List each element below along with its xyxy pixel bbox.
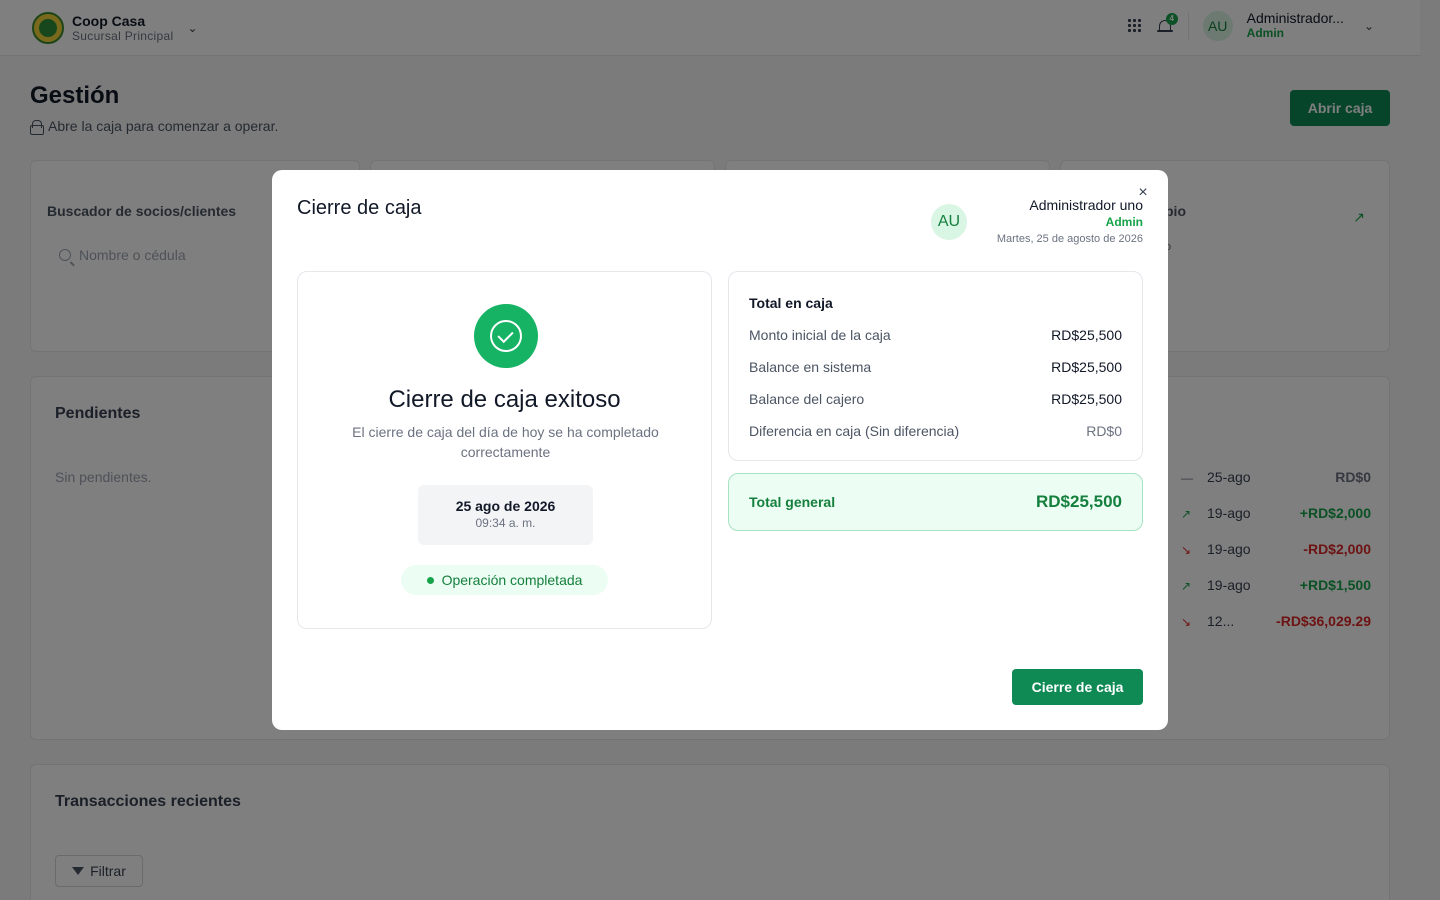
summary-label: Diferencia en caja (Sin diferencia) xyxy=(749,423,960,439)
total-label: Total general xyxy=(749,494,836,510)
cash-summary-panel: Total en caja Monto inicial de la caja R… xyxy=(728,271,1143,461)
modal-user-name: Administrador uno xyxy=(1029,197,1143,213)
closing-datetime: 25 ago de 2026 09:34 a. m. xyxy=(418,485,593,545)
summary-label: Balance del cajero xyxy=(749,391,865,407)
summary-value: RD$25,500 xyxy=(1051,359,1122,375)
summary-title: Total en caja xyxy=(749,295,833,311)
success-title: Cierre de caja exitoso xyxy=(388,386,621,413)
modal-date: Martes, 25 de agosto de 2026 xyxy=(996,233,1143,245)
summary-value: RD$25,500 xyxy=(1051,391,1122,407)
avatar: AU xyxy=(931,204,967,240)
success-description: El cierre de caja del día de hoy se ha c… xyxy=(352,424,659,460)
modal-user-role: Admin xyxy=(1105,215,1143,229)
closing-date: 25 ago de 2026 xyxy=(455,498,556,514)
close-cash-modal: Cierre de caja × AU Administrador uno Ad… xyxy=(272,170,1168,730)
summary-value: RD$0 xyxy=(1086,423,1122,439)
modal-user-info: Administrador uno Admin Martes, 25 de ag… xyxy=(997,196,1143,248)
modal-title: Cierre de caja xyxy=(297,197,422,219)
status-dot-icon xyxy=(426,576,434,584)
summary-row: Monto inicial de la caja RD$25,500 xyxy=(749,327,1122,347)
summary-label: Balance en sistema xyxy=(749,359,872,375)
summary-row: Balance del cajero RD$25,500 xyxy=(749,391,1122,411)
status-badge: Operación completada xyxy=(401,565,608,595)
success-panel: Cierre de caja exitoso El cierre de caja… xyxy=(297,271,712,629)
summary-row: Diferencia en caja (Sin diferencia) RD$0 xyxy=(749,423,1122,443)
summary-label: Monto inicial de la caja xyxy=(749,327,891,343)
close-cash-button[interactable]: Cierre de caja xyxy=(1012,669,1143,705)
summary-value: RD$25,500 xyxy=(1051,327,1122,343)
summary-row: Balance en sistema RD$25,500 xyxy=(749,359,1122,379)
check-circle-icon xyxy=(474,304,538,368)
status-text: Operación completada xyxy=(441,572,583,588)
closing-time: 09:34 a. m. xyxy=(475,516,536,530)
grand-total-panel: Total general RD$25,500 xyxy=(728,473,1143,531)
total-value: RD$25,500 xyxy=(1035,492,1122,511)
